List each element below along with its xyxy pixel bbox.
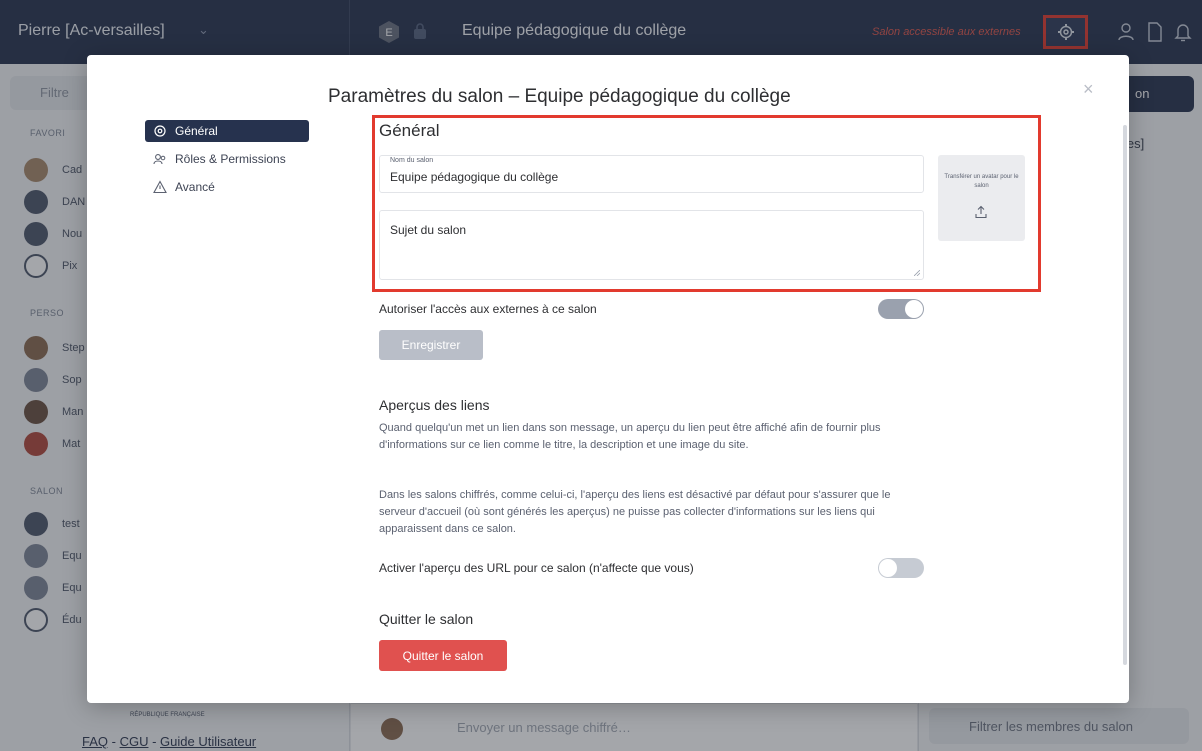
toggle-knob	[879, 559, 897, 577]
room-topic-field[interactable]: Sujet du salon	[379, 210, 924, 280]
dialog-scrollbar[interactable]	[1123, 125, 1127, 665]
people-icon	[153, 154, 166, 165]
tab-label: Général	[175, 124, 218, 138]
external-access-toggle[interactable]	[878, 299, 924, 319]
close-icon[interactable]: ×	[1083, 79, 1094, 100]
resize-handle-icon[interactable]	[914, 270, 920, 276]
link-preview-description: Quand quelqu'un met un lien dans son mes…	[379, 422, 881, 451]
room-name-field[interactable]: Nom du salon Equipe pédagogique du collè…	[379, 155, 924, 193]
tab-general[interactable]: Général	[145, 120, 309, 142]
external-access-toggle-label: Autoriser l'accès aux externes à ce salo…	[379, 302, 597, 316]
url-preview-toggle-label: Activer l'aperçu des URL pour ce salon (…	[379, 561, 694, 575]
avatar-upload-button[interactable]: Transférer un avatar pour le salon	[938, 155, 1025, 241]
link-preview-encrypted-note: Dans les salons chiffrés, comme celui-ci…	[379, 489, 891, 535]
room-topic-placeholder[interactable]: Sujet du salon	[390, 223, 466, 237]
avatar-upload-label: Transférer un avatar pour le salon	[944, 174, 1019, 189]
save-button[interactable]: Enregistrer	[379, 330, 483, 360]
dialog-title: Paramètres du salon – Equipe pédagogique…	[328, 86, 791, 107]
leave-room-button[interactable]: Quitter le salon	[379, 640, 507, 671]
tab-label: Avancé	[175, 180, 215, 194]
tab-advanced[interactable]: Avancé	[145, 176, 309, 198]
url-preview-toggle[interactable]	[878, 558, 924, 578]
link-preview-heading: Aperçus des liens	[379, 397, 490, 413]
room-name-label: Nom du salon	[390, 157, 434, 164]
tab-roles-permissions[interactable]: Rôles & Permissions	[145, 148, 309, 170]
upload-icon	[975, 205, 987, 219]
gear-icon	[154, 125, 166, 137]
room-settings-dialog: Paramètres du salon – Equipe pédagogique…	[87, 55, 1129, 703]
toggle-knob	[905, 300, 923, 318]
tab-label: Rôles & Permissions	[175, 152, 286, 166]
warning-icon	[153, 180, 167, 194]
general-heading: Général	[379, 121, 440, 140]
leave-room-heading: Quitter le salon	[379, 611, 474, 627]
room-name-value[interactable]: Equipe pédagogique du collège	[390, 170, 558, 184]
